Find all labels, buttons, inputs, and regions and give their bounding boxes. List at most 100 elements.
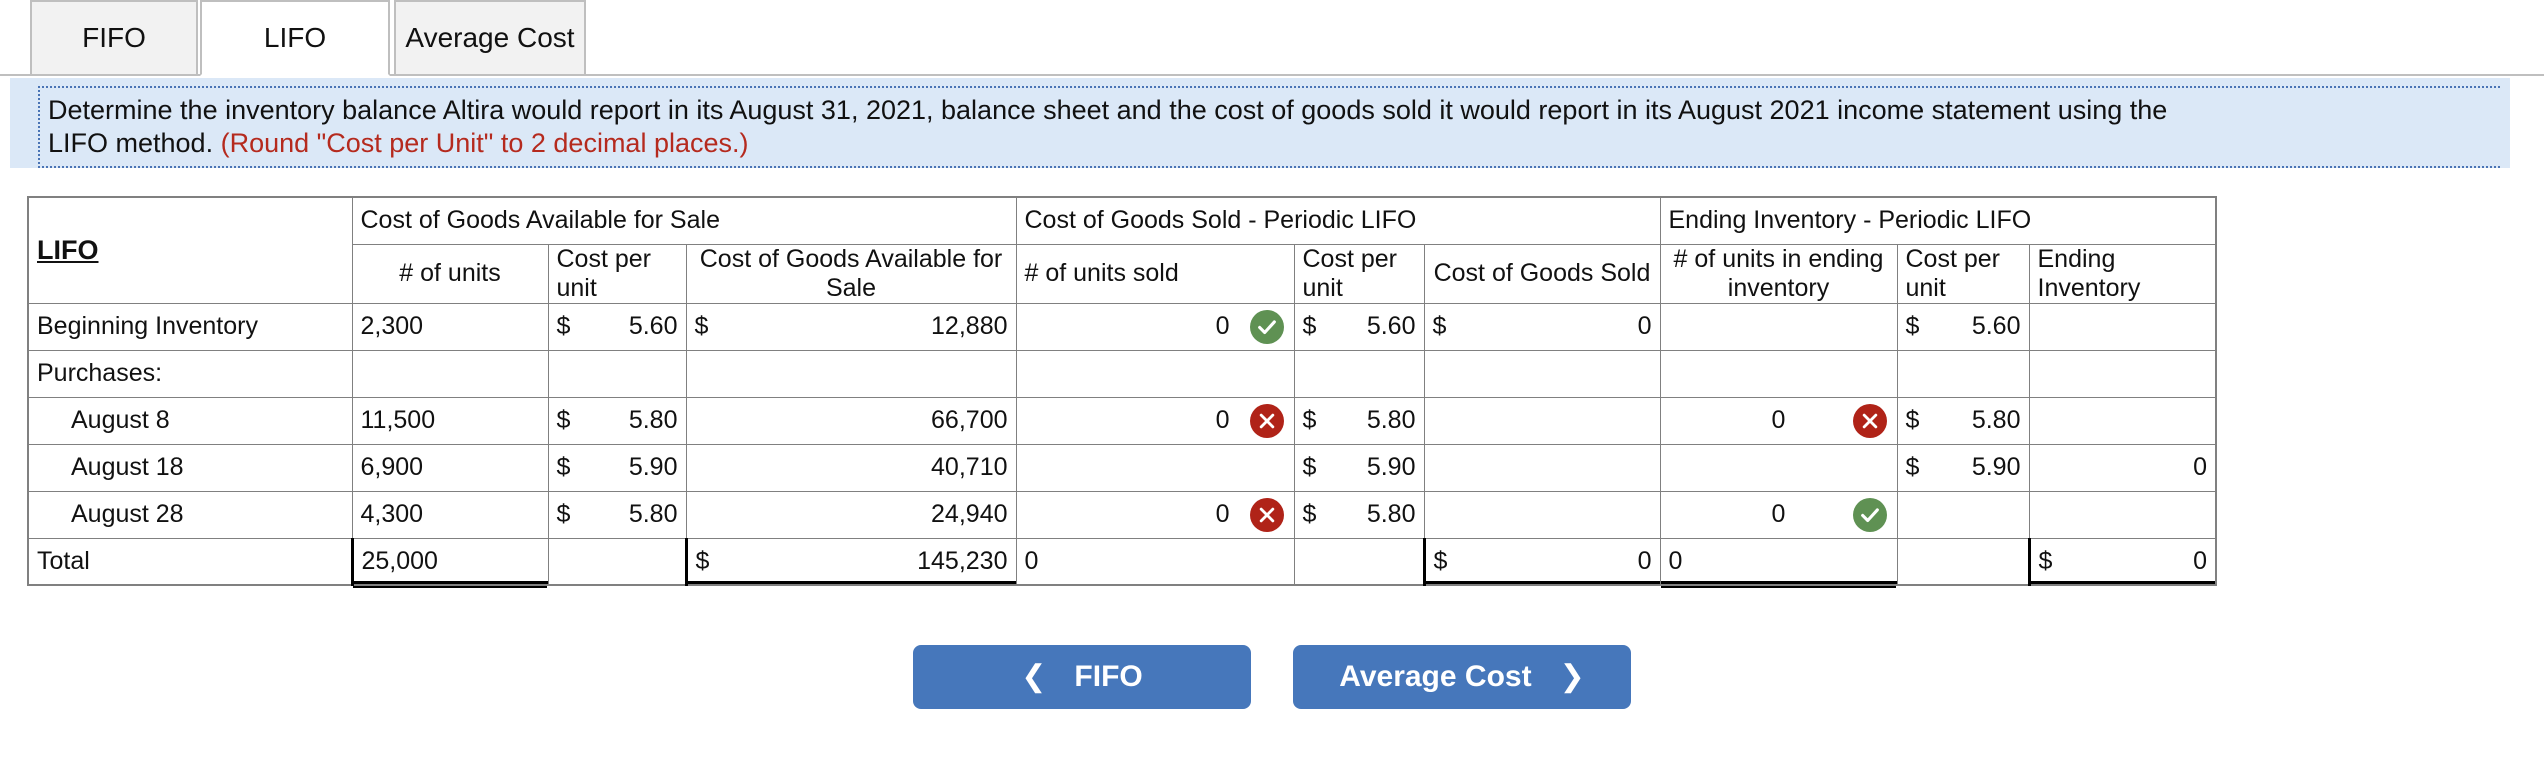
cell-available-cost-per-unit: $5.60 — [547, 302, 687, 351]
cell-ending-inventory: $0 — [2027, 537, 2217, 586]
cell-sold-cost-per-unit — [1293, 537, 1425, 586]
tab-fifo[interactable]: FIFO — [30, 0, 198, 76]
cell-ending-cost-per-unit — [1896, 349, 2030, 398]
group-header-cogs-sold: Cost of Goods Sold - Periodic LIFO — [1015, 196, 1661, 245]
cell-available-units: 4,300 — [351, 490, 549, 539]
table-row: August 18 6,900 $5.90 40,710 $5.90 $5.90 0 — [27, 443, 2217, 492]
instruction-method: LIFO method. — [48, 128, 214, 158]
cell-ending-inventory — [2028, 302, 2217, 351]
group-header-ending-inventory: Ending Inventory - Periodic LIFO — [1659, 196, 2217, 245]
navigation-buttons: ❮ FIFO Average Cost ❯ — [0, 645, 2544, 709]
cell-sold-cost-per-unit — [1293, 349, 1425, 398]
cell-ending-inventory: 0 — [2028, 443, 2217, 492]
cell-cogs — [1423, 349, 1661, 398]
cell-available-units — [351, 349, 549, 398]
instruction-rounding-note: (Round "Cost per Unit" to 2 decimal plac… — [220, 128, 749, 158]
cell-units-sold[interactable]: 0 — [1015, 537, 1295, 586]
cell-available-units: 2,300 — [351, 302, 549, 351]
subheader-ending-inventory: Ending Inventory — [2028, 243, 2217, 304]
cell-cogs — [1423, 396, 1661, 445]
instruction-line-1: Determine the inventory balance Altira w… — [48, 95, 2168, 125]
subheader-cogs: Cost of Goods Sold — [1423, 243, 1661, 304]
subheader-cost-per-unit-ending: Cost per unit — [1896, 243, 2030, 304]
incorrect-icon — [1249, 403, 1284, 438]
cell-cogs-available: $12,880 — [685, 302, 1017, 351]
cell-ending-units[interactable]: 0 — [1659, 537, 1898, 586]
row-label: August 18 — [27, 443, 353, 492]
cell-ending-units[interactable] — [1659, 349, 1898, 398]
row-label: August 28 — [27, 490, 353, 539]
row-label: Beginning Inventory — [27, 302, 353, 351]
cell-cogs — [1423, 443, 1661, 492]
next-average-cost-button[interactable]: Average Cost ❯ — [1293, 645, 1631, 709]
cell-cogs-available: $145,230 — [684, 537, 1017, 586]
cell-ending-inventory — [2028, 490, 2217, 539]
tab-average-cost-label: Average Cost — [405, 22, 575, 53]
row-label: Purchases: — [27, 349, 353, 398]
cell-available-cost-per-unit — [547, 537, 687, 586]
cell-ending-units[interactable]: 0 — [1659, 396, 1898, 445]
table-row: August 8 11,500 $5.80 66,700 0 $5.80 0 $5.80 — [27, 396, 2217, 445]
cell-units-sold[interactable] — [1015, 349, 1295, 398]
cell-ending-inventory — [2028, 396, 2217, 445]
prev-fifo-button[interactable]: ❮ FIFO — [913, 645, 1251, 709]
subheader-units: # of units — [351, 243, 549, 304]
table-group-header-row: LIFO Cost of Goods Available for Sale Co… — [27, 196, 2217, 304]
cell-available-units: 11,500 — [351, 396, 549, 445]
cell-cogs: $0 — [1423, 302, 1661, 351]
cell-cogs: $0 — [1422, 537, 1661, 586]
instruction-panel: Determine the inventory balance Altira w… — [10, 78, 2510, 168]
table-row: Total 25,000 $145,230 0 $0 0 $0 — [27, 537, 2217, 586]
chevron-right-icon: ❯ — [1559, 660, 1585, 693]
cell-ending-cost-per-unit: $5.60 — [1896, 302, 2030, 351]
tab-average-cost[interactable]: Average Cost — [394, 0, 586, 76]
row-label: August 8 — [27, 396, 353, 445]
inventory-table: LIFO Cost of Goods Available for Sale Co… — [27, 196, 2217, 586]
cell-units-sold[interactable]: 0 — [1015, 396, 1295, 445]
cell-ending-cost-per-unit: $5.80 — [1896, 396, 2030, 445]
cell-units-sold[interactable]: 0 — [1015, 302, 1295, 351]
subheader-cogs-available: Cost of Goods Available for Sale — [685, 243, 1017, 304]
table-subheader-row: # of units Cost per unit Cost of Goods A… — [28, 243, 2217, 304]
cell-sold-cost-per-unit: $5.80 — [1293, 490, 1425, 539]
cell-cogs-available: 66,700 — [685, 396, 1017, 445]
group-header-cogs-available: Cost of Goods Available for Sale — [351, 196, 1017, 245]
tab-lifo[interactable]: LIFO — [200, 0, 390, 76]
cell-available-cost-per-unit — [547, 349, 687, 398]
cell-ending-units[interactable] — [1659, 443, 1898, 492]
tab-fifo-label: FIFO — [82, 22, 146, 53]
lifo-worksheet: LIFO Cost of Goods Available for Sale Co… — [27, 196, 2217, 586]
subheader-cost-per-unit-sold: Cost per unit — [1293, 243, 1425, 304]
cell-ending-cost-per-unit — [1896, 490, 2030, 539]
row-label: Total — [27, 537, 353, 586]
cell-ending-units[interactable]: 0 — [1659, 490, 1898, 539]
cell-cogs — [1423, 490, 1661, 539]
cell-units-sold[interactable] — [1015, 443, 1295, 492]
cell-available-units: 6,900 — [351, 443, 549, 492]
cell-ending-inventory — [2028, 349, 2217, 398]
tab-bar: FIFO LIFO Average Cost — [0, 0, 2544, 76]
cell-sold-cost-per-unit: $5.60 — [1293, 302, 1425, 351]
table-body: Beginning Inventory 2,300 $5.60 $12,880 0 $5.… — [27, 302, 2217, 586]
cell-sold-cost-per-unit: $5.80 — [1293, 396, 1425, 445]
cell-ending-units[interactable] — [1659, 302, 1898, 351]
table-corner-lifo: LIFO — [27, 196, 353, 304]
table-row: Purchases: — [27, 349, 2217, 398]
cell-available-cost-per-unit: $5.80 — [547, 490, 687, 539]
cell-cogs-available: 24,940 — [685, 490, 1017, 539]
next-button-label: Average Cost — [1339, 660, 1532, 693]
cell-cogs-available — [685, 349, 1017, 398]
table-row: Beginning Inventory 2,300 $5.60 $12,880 0 $5.… — [27, 302, 2217, 351]
subheader-units-sold: # of units sold — [1015, 243, 1295, 304]
subheader-cost-per-unit-avail: Cost per unit — [547, 243, 687, 304]
cell-units-sold[interactable]: 0 — [1015, 490, 1295, 539]
cell-sold-cost-per-unit: $5.90 — [1293, 443, 1425, 492]
cell-ending-cost-per-unit: $5.90 — [1896, 443, 2030, 492]
cell-available-units: 25,000 — [350, 537, 549, 586]
incorrect-icon — [1249, 497, 1284, 532]
instruction-line-2: LIFO method. (Round "Cost per Unit" to 2… — [48, 127, 2500, 160]
correct-icon — [1852, 497, 1887, 532]
correct-icon — [1249, 309, 1284, 344]
incorrect-icon — [1852, 403, 1887, 438]
prev-button-label: FIFO — [1074, 660, 1143, 693]
